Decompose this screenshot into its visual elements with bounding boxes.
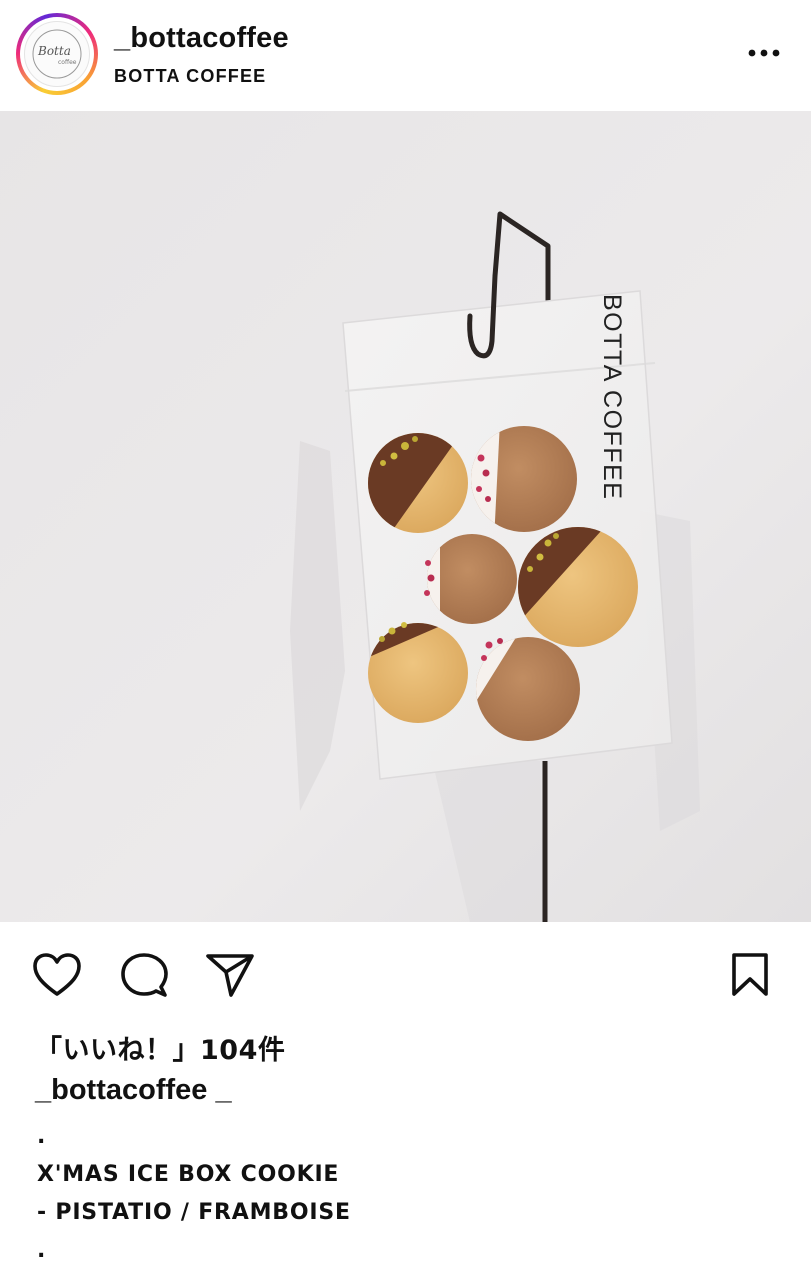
caption-line: . bbox=[37, 1238, 47, 1263]
caption-line: X'MAS ICE BOX COOKIE bbox=[37, 1162, 340, 1187]
share-button[interactable] bbox=[205, 952, 255, 1003]
post-username[interactable]: _bottacoffee bbox=[114, 22, 289, 55]
caption-username[interactable]: _bottacoffee _ bbox=[35, 1074, 232, 1107]
caption-line: - PISTATIO / FRAMBOISE bbox=[37, 1200, 351, 1225]
more-options-icon bbox=[748, 49, 780, 57]
caption-line: . bbox=[37, 1124, 47, 1149]
avatar-logo-text: Botta bbox=[37, 44, 71, 58]
post-image[interactable]: BOTTA COFFEE bbox=[0, 111, 811, 922]
comment-bubble-icon bbox=[121, 953, 168, 997]
cookie-bag-photo: BOTTA COFFEE bbox=[0, 111, 811, 922]
post-header: Botta coffee _bottacoffee BOTTA COFFEE bbox=[0, 0, 811, 111]
avatar-logo: Botta coffee bbox=[24, 21, 90, 87]
bag-label: BOTTA COFFEE bbox=[598, 294, 626, 500]
avatar-logo-subtext: coffee bbox=[58, 59, 77, 66]
paper-plane-icon bbox=[206, 954, 254, 997]
botta-logo-icon: Botta coffee bbox=[32, 29, 82, 79]
avatar[interactable]: Botta coffee bbox=[16, 13, 98, 95]
bookmark-icon bbox=[732, 953, 768, 996]
post-action-bar bbox=[0, 922, 811, 1022]
like-button[interactable] bbox=[32, 952, 82, 1003]
likes-count[interactable]: 「いいね！」104件 bbox=[35, 1028, 285, 1067]
avatar-frame: Botta coffee bbox=[20, 17, 94, 91]
comment-button[interactable] bbox=[120, 952, 168, 1005]
heart-icon bbox=[33, 953, 81, 996]
save-button[interactable] bbox=[730, 952, 770, 1003]
more-options-button[interactable] bbox=[744, 40, 784, 66]
post-display-name: BOTTA COFFEE bbox=[114, 66, 267, 86]
